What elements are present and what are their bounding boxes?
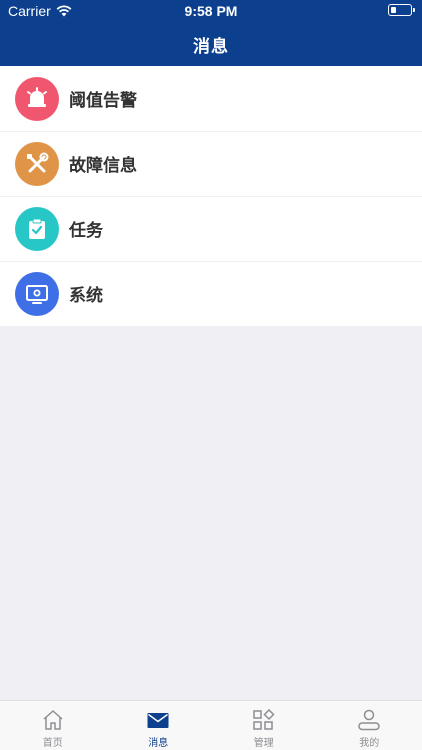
battery-icon — [388, 4, 415, 16]
tools-icon — [15, 141, 59, 186]
alarm-bell-icon — [15, 76, 59, 121]
tab-label: 消息 — [148, 738, 169, 749]
list-item-label: 阈值告警 — [69, 91, 137, 111]
list-item-task[interactable]: 任务 — [0, 196, 422, 261]
list-item-label: 任务 — [69, 221, 103, 241]
status-time: 9:58 PM — [184, 3, 238, 19]
list-item-threshold-alarm[interactable]: 阈值告警 — [0, 66, 422, 131]
list-item-label: 系统 — [69, 286, 103, 306]
list-item-label: 故障信息 — [69, 156, 137, 176]
message-category-list: 阈值告警 故障信息 任务 系统 — [0, 66, 422, 326]
tab-home[interactable]: 首页 — [0, 701, 106, 750]
home-icon — [43, 710, 63, 730]
tab-manage[interactable]: 管理 — [211, 701, 317, 750]
grid-icon — [253, 709, 275, 730]
list-item-system[interactable]: 系统 — [0, 261, 422, 326]
mail-icon — [147, 713, 169, 728]
monitor-settings-icon — [15, 271, 59, 316]
tab-profile[interactable]: 我的 — [317, 701, 422, 750]
page-title: 消息 — [193, 37, 229, 57]
navigation-header: Carrier 9:58 PM 消息 — [0, 0, 422, 66]
tab-messages[interactable]: 消息 — [106, 701, 212, 750]
clipboard-check-icon — [15, 206, 59, 251]
tab-label: 首页 — [42, 738, 63, 749]
tab-label: 我的 — [359, 738, 380, 749]
tab-bar: 首页 消息 管理 我的 — [0, 700, 422, 750]
list-item-fault-info[interactable]: 故障信息 — [0, 131, 422, 196]
user-icon — [358, 709, 380, 731]
tab-label: 管理 — [253, 738, 274, 749]
status-bar: Carrier 9:58 PM — [0, 0, 422, 22]
